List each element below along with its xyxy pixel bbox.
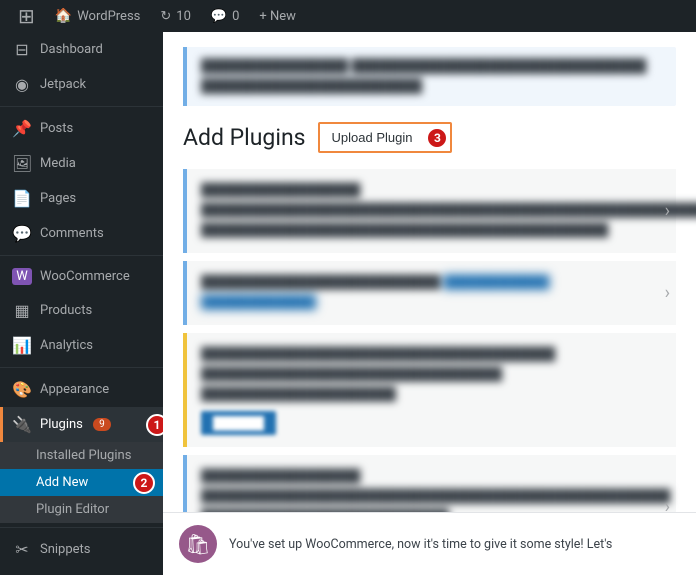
sidebar-item-label: Posts	[40, 121, 73, 136]
sidebar-item-analytics[interactable]: 📊 Analytics	[0, 328, 163, 363]
new-content-label: + New	[259, 9, 296, 24]
add-new-label: Add New	[36, 475, 88, 490]
sidebar-item-pages[interactable]: 📄 Pages	[0, 181, 163, 216]
submenu-plugin-editor[interactable]: Plugin Editor	[0, 496, 163, 523]
plugin-card-3-content: ████████████████████████████████████████…	[201, 345, 662, 405]
more-icon-1: ›	[665, 201, 670, 222]
pages-icon: 📄	[12, 189, 32, 208]
sidebar-item-label: Products	[40, 303, 92, 318]
plugin-card-1: ██████████████████ █████████████████████…	[183, 169, 676, 253]
sidebar-item-plugins-label: Plugins	[40, 417, 83, 432]
main-content: ████████████████ ███████████████████████…	[163, 32, 696, 575]
top-notice: ████████████████ ███████████████████████…	[183, 47, 676, 106]
woo-notice-text: You've set up WooCommerce, now it's time…	[229, 537, 612, 552]
sidebar-item-label: Dashboard	[40, 42, 103, 57]
plugin-editor-label: Plugin Editor	[36, 502, 109, 517]
comments-icon: 💬	[211, 9, 227, 24]
site-icon: 🏠	[55, 8, 72, 24]
admin-bar: ⊞ 🏠 WordPress ↻ 10 💬 0 + New	[0, 0, 696, 32]
comments-sidebar-icon: 💬	[12, 224, 32, 243]
jetpack-icon: ◉	[12, 75, 32, 94]
upload-plugin-button[interactable]: Upload Plugin	[322, 126, 423, 149]
sidebar-item-posts[interactable]: 📌 Posts	[0, 111, 163, 146]
installed-plugins-label: Installed Plugins	[36, 448, 131, 463]
sidebar-item-comments[interactable]: 💬 Comments	[0, 216, 163, 251]
analytics-icon: 📊	[12, 336, 32, 355]
sidebar-item-label: Jetpack	[40, 77, 86, 92]
layout: ⊟ Dashboard ◉ Jetpack 📌 Posts 🖼 Media 📄 …	[0, 32, 696, 575]
updates-count: 10	[176, 9, 191, 24]
products-icon: ▦	[12, 301, 32, 320]
comments-count: 0	[232, 9, 239, 24]
more-icon-2: ›	[665, 283, 670, 304]
dashboard-icon: ⊟	[12, 40, 32, 59]
sidebar-item-label: Pages	[40, 191, 76, 206]
sidebar-item-products[interactable]: ▦ Products	[0, 293, 163, 328]
page-title-row: Add Plugins Upload Plugin 3	[183, 122, 676, 153]
sidebar-item-plugins[interactable]: 🔌 Plugins 9 1	[0, 407, 163, 442]
sidebar-item-woocommerce[interactable]: W WooCommerce	[0, 260, 163, 293]
woo-icon: 🛍	[179, 525, 217, 563]
woo-notice: 🛍 You've set up WooCommerce, now it's ti…	[163, 512, 696, 575]
updates-icon: ↻	[160, 9, 171, 24]
wp-icon: ⊞	[18, 4, 35, 28]
new-content-link[interactable]: + New	[251, 0, 304, 32]
sidebar-item-label: Analytics	[40, 338, 93, 353]
sidebar: ⊟ Dashboard ◉ Jetpack 📌 Posts 🖼 Media 📄 …	[0, 32, 163, 575]
plugin-card-1-content: ██████████████████ █████████████████████…	[201, 181, 662, 241]
woo-icon-symbol: 🛍	[185, 532, 210, 556]
snippets-icon: ✂	[12, 540, 32, 559]
main-inner: ████████████████ ███████████████████████…	[163, 32, 696, 575]
site-name-text: WordPress	[77, 9, 140, 24]
sidebar-item-jetpack[interactable]: ◉ Jetpack	[0, 67, 163, 102]
plugin-card-3-button[interactable]: ██████	[201, 411, 276, 435]
annotation-3: 3	[426, 127, 448, 149]
sidebar-item-label: Media	[40, 156, 76, 171]
notice-text: ████████████████ ███████████████████████…	[201, 57, 662, 96]
plugin-card-2: ███████████████████████████ ████████████…	[183, 261, 676, 325]
plugins-submenu: Installed Plugins Add New 2 Plugin Edito…	[0, 442, 163, 523]
submenu-installed-plugins[interactable]: Installed Plugins	[0, 442, 163, 469]
sidebar-item-dashboard[interactable]: ⊟ Dashboard	[0, 32, 163, 67]
annotation-2: 2	[133, 472, 155, 494]
woocommerce-icon: W	[12, 268, 32, 285]
site-name-link[interactable]: 🏠 WordPress	[47, 0, 149, 32]
plugins-badge: 9	[93, 418, 111, 431]
sidebar-item-label: WooCommerce	[40, 269, 130, 284]
sidebar-item-label: Appearance	[40, 382, 109, 397]
updates-link[interactable]: ↻ 10	[152, 0, 199, 32]
sidebar-item-label: Comments	[40, 226, 104, 241]
sidebar-item-snippets[interactable]: ✂ Snippets	[0, 532, 163, 567]
plugins-icon: 🔌	[12, 415, 32, 434]
plugin-card-3: ████████████████████████████████████████…	[183, 333, 676, 447]
wp-logo[interactable]: ⊞	[10, 0, 43, 32]
comments-link[interactable]: 💬 0	[203, 0, 248, 32]
media-icon: 🖼	[12, 154, 32, 173]
annotation-1: 1	[146, 414, 163, 436]
plugin-card-2-content: ███████████████████████████ ████████████…	[201, 273, 662, 313]
page-title: Add Plugins	[183, 124, 306, 151]
posts-icon: 📌	[12, 119, 32, 138]
submenu-add-new[interactable]: Add New 2	[0, 469, 163, 496]
sidebar-item-media[interactable]: 🖼 Media	[0, 146, 163, 181]
sidebar-item-appearance[interactable]: 🎨 Appearance	[0, 372, 163, 407]
appearance-icon: 🎨	[12, 380, 32, 399]
sidebar-item-label: Snippets	[40, 542, 91, 557]
